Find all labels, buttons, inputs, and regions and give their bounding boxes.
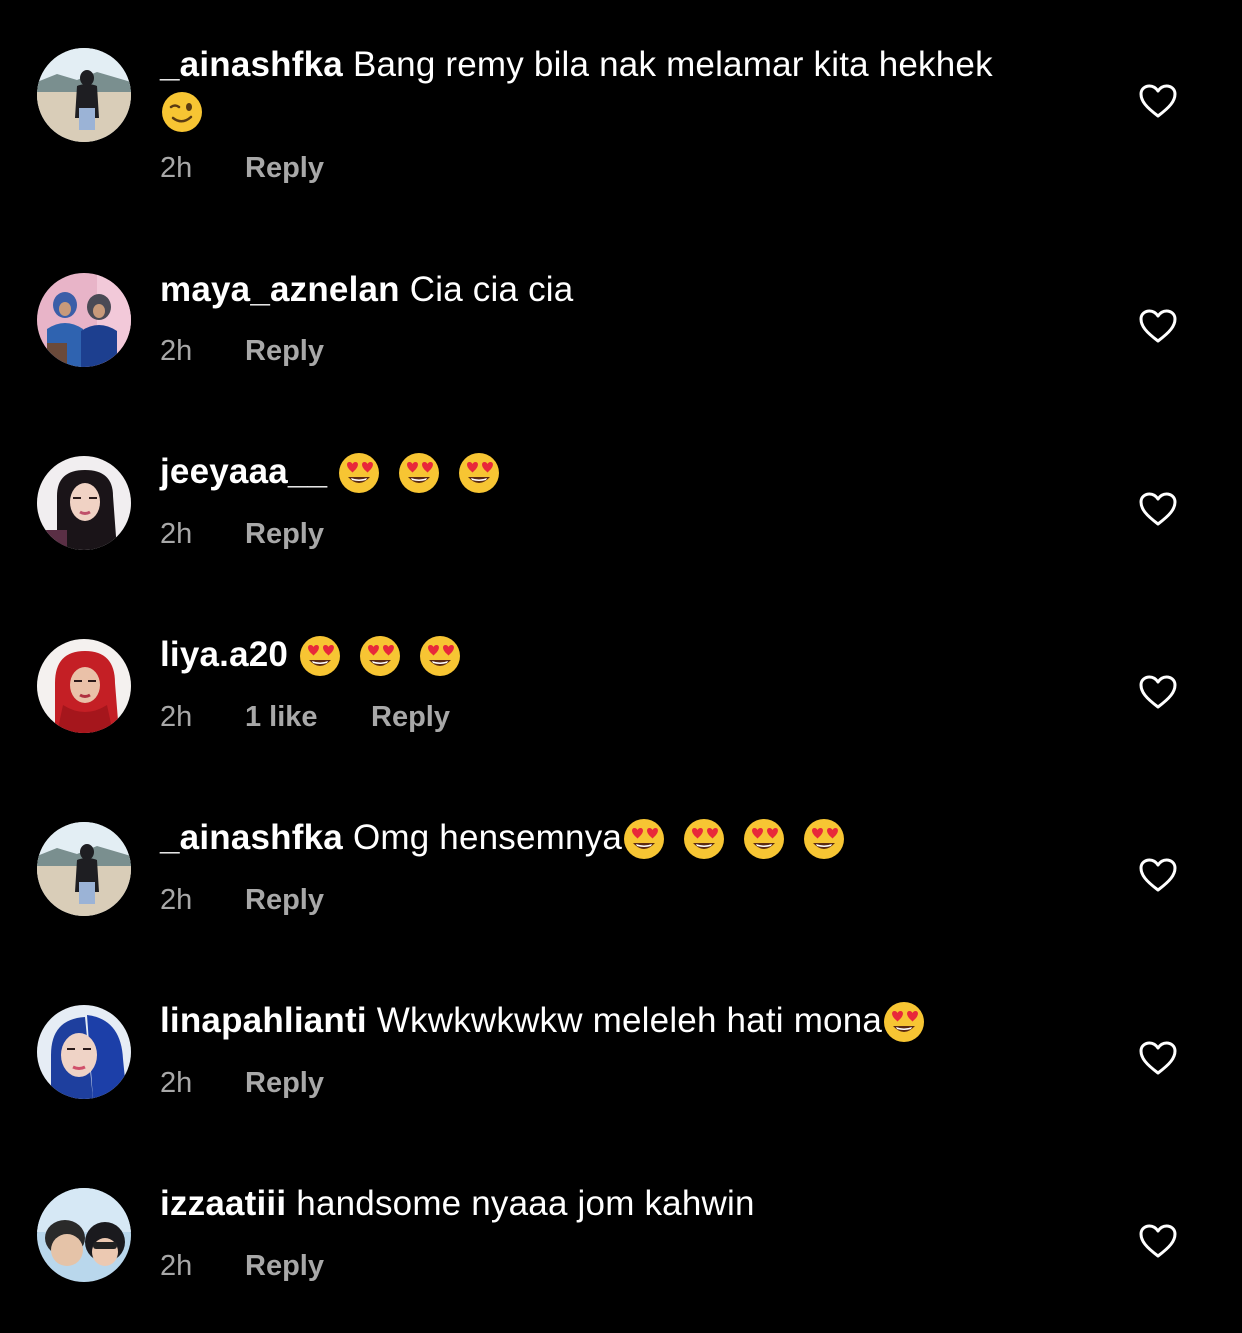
- avatar[interactable]: [37, 1188, 131, 1282]
- avatar[interactable]: [37, 48, 131, 142]
- avatar-image: [37, 1005, 131, 1099]
- comment-meta: 2h Reply: [160, 1249, 324, 1283]
- comment-meta: 2h Reply: [160, 151, 324, 185]
- comment-body: izzaatiii handsome nyaaa jom kahwin: [160, 1183, 1060, 1225]
- comment-meta: 2h 1 like Reply: [160, 700, 450, 734]
- comment-time: 2h: [160, 518, 193, 550]
- avatar-image: [37, 1188, 131, 1282]
- comment-body: jeeyaaa__: [160, 451, 1060, 496]
- avatar[interactable]: [37, 1005, 131, 1099]
- avatar-image: [37, 822, 131, 916]
- comment-username[interactable]: izzaatiii: [160, 1184, 286, 1223]
- avatar[interactable]: [37, 822, 131, 916]
- heart-eyes-emoji-icon: [622, 817, 666, 861]
- reply-button[interactable]: Reply: [245, 883, 324, 917]
- comment-time: 2h: [160, 152, 193, 184]
- comment-time: 2h: [160, 335, 193, 367]
- comment-text: Bang remy bila nak melamar kita hekhek: [352, 45, 993, 84]
- comment-item: maya_aznelan Cia cia cia 2h Reply: [0, 224, 1242, 407]
- heart-eyes-emoji-icon: [682, 817, 726, 861]
- heart-eyes-emoji-icon: [742, 817, 786, 861]
- comment-time: 2h: [160, 1067, 193, 1099]
- comment-username[interactable]: _ainashfka: [160, 45, 343, 84]
- comment-item: linapahlianti Wkwkwkwkw meleleh hati mona…: [0, 956, 1242, 1139]
- avatar[interactable]: [37, 273, 131, 367]
- reply-button[interactable]: Reply: [245, 1249, 324, 1283]
- comment-time: 2h: [160, 701, 193, 733]
- comment-username[interactable]: liya.a20: [160, 635, 288, 674]
- comment-username[interactable]: _ainashfka: [160, 818, 343, 857]
- heart-eyes-emoji-icon: [882, 1000, 926, 1044]
- like-heart-icon[interactable]: [1138, 1040, 1178, 1076]
- comment-body: _ainashfka Omg hensemnya: [160, 817, 1060, 862]
- reply-button[interactable]: Reply: [245, 151, 324, 185]
- comment-list: _ainashfka Bang remy bila nak melamar kit…: [0, 0, 1242, 1333]
- comment-item: liya.a20 2h 1 like Reply: [0, 590, 1242, 773]
- comment-meta: 2h Reply: [160, 517, 324, 551]
- comment-username[interactable]: jeeyaaa__: [160, 452, 327, 491]
- heart-eyes-emoji-icon: [457, 451, 501, 495]
- comment-time: 2h: [160, 1250, 193, 1282]
- like-heart-icon[interactable]: [1138, 857, 1178, 893]
- like-count-button[interactable]: 1 like: [245, 700, 371, 734]
- comment-item: _ainashfka Bang remy bila nak melamar kit…: [0, 0, 1242, 185]
- avatar-image: [37, 48, 131, 142]
- comment-body: linapahlianti Wkwkwkwkw meleleh hati mona: [160, 1000, 1060, 1045]
- comment-meta: 2h Reply: [160, 1066, 324, 1100]
- comment-username[interactable]: linapahlianti: [160, 1001, 367, 1040]
- heart-eyes-emoji-icon: [337, 451, 381, 495]
- like-heart-icon[interactable]: [1138, 308, 1178, 344]
- comment-item: jeeyaaa__ 2h Reply: [0, 407, 1242, 590]
- winking-face-emoji-icon: [160, 90, 204, 134]
- comment-text: Cia cia cia: [409, 270, 574, 309]
- reply-button[interactable]: Reply: [371, 700, 450, 734]
- reply-button[interactable]: Reply: [245, 517, 324, 551]
- comment-item: izzaatiii handsome nyaaa jom kahwin 2h Re…: [0, 1139, 1242, 1322]
- like-heart-icon[interactable]: [1138, 83, 1178, 119]
- heart-eyes-emoji-icon: [298, 634, 342, 678]
- avatar[interactable]: [37, 456, 131, 550]
- heart-eyes-emoji-icon: [358, 634, 402, 678]
- like-heart-icon[interactable]: [1138, 491, 1178, 527]
- avatar-image: [37, 456, 131, 550]
- comment-text: Omg hensemnya: [352, 818, 623, 857]
- comment-item: _ainashfka Omg hensemnya 2h Reply: [0, 773, 1242, 956]
- like-heart-icon[interactable]: [1138, 1223, 1178, 1259]
- avatar[interactable]: [37, 639, 131, 733]
- comment-body: maya_aznelan Cia cia cia: [160, 269, 1060, 311]
- comment-body: _ainashfka Bang remy bila nak melamar kit…: [160, 44, 1060, 135]
- heart-eyes-emoji-icon: [397, 451, 441, 495]
- comment-time: 2h: [160, 884, 193, 916]
- heart-eyes-emoji-icon: [418, 634, 462, 678]
- comment-meta: 2h Reply: [160, 334, 324, 368]
- comment-text: handsome nyaaa jom kahwin: [296, 1184, 755, 1223]
- heart-eyes-emoji-icon: [802, 817, 846, 861]
- avatar-image: [37, 639, 131, 733]
- comment-body: liya.a20: [160, 634, 1060, 679]
- comment-username[interactable]: maya_aznelan: [160, 270, 400, 309]
- reply-button[interactable]: Reply: [245, 1066, 324, 1100]
- comment-meta: 2h Reply: [160, 883, 324, 917]
- comment-text: Wkwkwkwkw meleleh hati mona: [376, 1001, 883, 1040]
- avatar-image: [37, 273, 131, 367]
- reply-button[interactable]: Reply: [245, 334, 324, 368]
- like-heart-icon[interactable]: [1138, 674, 1178, 710]
